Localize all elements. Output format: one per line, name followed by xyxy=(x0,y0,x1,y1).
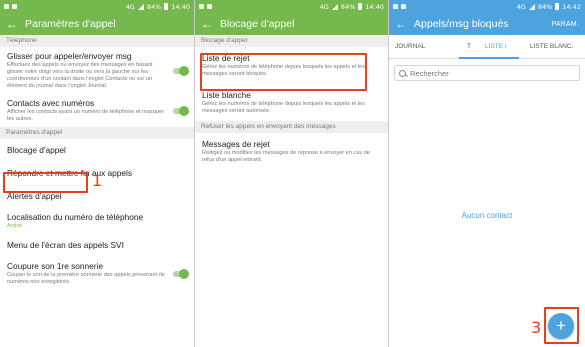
reject-messages-item[interactable]: Messages de rejet Rédigez ou modifiez le… xyxy=(195,133,388,168)
setting-description: Gérez les numéros de téléphone depuis le… xyxy=(202,101,365,114)
blocked-calls-screen: 4G 84% 14:42 ← Appels/msg bloqués PARAM.… xyxy=(389,0,585,347)
signal-icon xyxy=(331,3,338,10)
section-header-phone: Téléphone xyxy=(0,35,194,47)
battery-percent: 84% xyxy=(340,2,356,11)
active-tab-indicator xyxy=(459,57,519,59)
swipe-to-call-setting[interactable]: Glisser pour appeler/envoyer msg Effectu… xyxy=(0,47,194,94)
tab-whitelist[interactable]: LISTE BLANC. xyxy=(530,43,573,50)
back-arrow-icon[interactable]: ← xyxy=(201,17,215,31)
setting-status: Activé xyxy=(7,223,23,229)
search-box[interactable] xyxy=(394,65,580,81)
notification-icon xyxy=(207,4,212,9)
network-label: 4G xyxy=(319,2,329,11)
battery-icon xyxy=(555,3,560,10)
mute-first-ring-setting[interactable]: Coupure son 1re sonnerie Couper le son d… xyxy=(0,257,194,290)
mute-first-ring-toggle[interactable] xyxy=(173,268,189,279)
number-location-item[interactable]: Localisation du numéro de téléphone Acti… xyxy=(0,208,194,234)
setting-title: Liste blanche xyxy=(202,90,251,100)
setting-title: Contacts avec numéros xyxy=(7,98,95,108)
section-header-blocking: Blocage d'appel xyxy=(195,35,388,47)
clock: 14:40 xyxy=(365,2,384,11)
setting-title: Glisser pour appeler/envoyer msg xyxy=(7,51,132,61)
battery-icon xyxy=(164,3,169,10)
setting-description: Couper le son de la première sonnerie de… xyxy=(7,272,165,285)
battery-percent: 84% xyxy=(146,2,162,11)
app-bar: ← Appels/msg bloqués PARAM. xyxy=(389,13,585,35)
status-bar: 4G 84% 14:40 xyxy=(195,0,388,13)
notification-icon xyxy=(401,4,406,9)
ivr-menu-item[interactable]: Menu de l'écran des appels SVI xyxy=(0,234,194,257)
notification-icon xyxy=(4,4,9,9)
battery-icon xyxy=(358,3,363,10)
search-icon xyxy=(399,69,406,77)
setting-description: Rédigez ou modifiez les messages de répo… xyxy=(202,150,370,163)
call-blocking-item[interactable]: Blocage d'appel xyxy=(0,139,194,162)
clock: 14:40 xyxy=(171,2,190,11)
signal-icon xyxy=(137,3,144,10)
network-label: 4G xyxy=(516,2,526,11)
tab-t[interactable]: T xyxy=(467,43,471,50)
step-number-3: 3 xyxy=(531,318,542,337)
setting-title: Coupure son 1re sonnerie xyxy=(7,261,103,271)
contacts-with-numbers-toggle[interactable] xyxy=(173,105,189,116)
app-bar: ← Blocage d'appel xyxy=(195,13,388,35)
tab-journal[interactable]: JOURNAL xyxy=(395,43,425,50)
highlight-box-call-blocking xyxy=(3,172,88,193)
network-label: 4G xyxy=(125,2,135,11)
back-arrow-icon[interactable]: ← xyxy=(395,17,409,31)
back-arrow-icon[interactable]: ← xyxy=(6,17,20,31)
status-bar: 4G 84% 14:42 xyxy=(389,0,585,13)
battery-percent: 84% xyxy=(537,2,553,11)
status-bar: 4G 84% 14:40 xyxy=(0,0,194,13)
page-title: Blocage d'appel xyxy=(220,18,295,30)
setting-title: Localisation du numéro de téléphone xyxy=(7,212,144,222)
notification-icon xyxy=(393,4,398,9)
call-settings-screen: 4G 84% 14:40 ← Paramètres d'appel Téléph… xyxy=(0,0,194,347)
setting-description: Effectuez des appels ou envoyez des mess… xyxy=(7,62,153,89)
setting-description: Afficher les contacts ayant un numéro de… xyxy=(7,109,164,122)
empty-state-text: Aucun contact xyxy=(461,211,513,220)
search-input[interactable] xyxy=(410,68,560,78)
setting-title: Blocage d'appel xyxy=(7,145,66,155)
clock: 14:42 xyxy=(562,2,581,11)
signal-icon xyxy=(528,3,535,10)
notification-icon xyxy=(12,4,17,9)
step-number-1: 1 xyxy=(92,171,103,190)
section-header-call-settings: Paramètres d'appel xyxy=(0,127,194,139)
highlight-box-add-button xyxy=(544,307,579,344)
setting-title: Messages de rejet xyxy=(202,139,270,149)
app-bar: ← Paramètres d'appel xyxy=(0,13,194,35)
notification-icon xyxy=(199,4,204,9)
setting-title: Menu de l'écran des appels SVI xyxy=(7,240,124,250)
section-header-refuse: Refuser les appels en envoyant des messa… xyxy=(195,121,388,133)
page-title: Paramètres d'appel xyxy=(25,18,116,30)
highlight-box-reject-list xyxy=(200,53,367,91)
tab-reject-list[interactable]: LISTE I xyxy=(485,43,507,50)
tab-bar: JOURNAL T LISTE I LISTE BLANC. xyxy=(389,35,585,59)
settings-button[interactable]: PARAM. xyxy=(551,21,579,28)
swipe-to-call-toggle[interactable] xyxy=(173,65,189,76)
call-blocking-screen: 4G 84% 14:40 ← Blocage d'appel Blocage d… xyxy=(195,0,388,347)
page-title: Appels/msg bloqués xyxy=(414,18,509,30)
contacts-with-numbers-setting[interactable]: Contacts avec numéros Afficher les conta… xyxy=(0,94,194,127)
